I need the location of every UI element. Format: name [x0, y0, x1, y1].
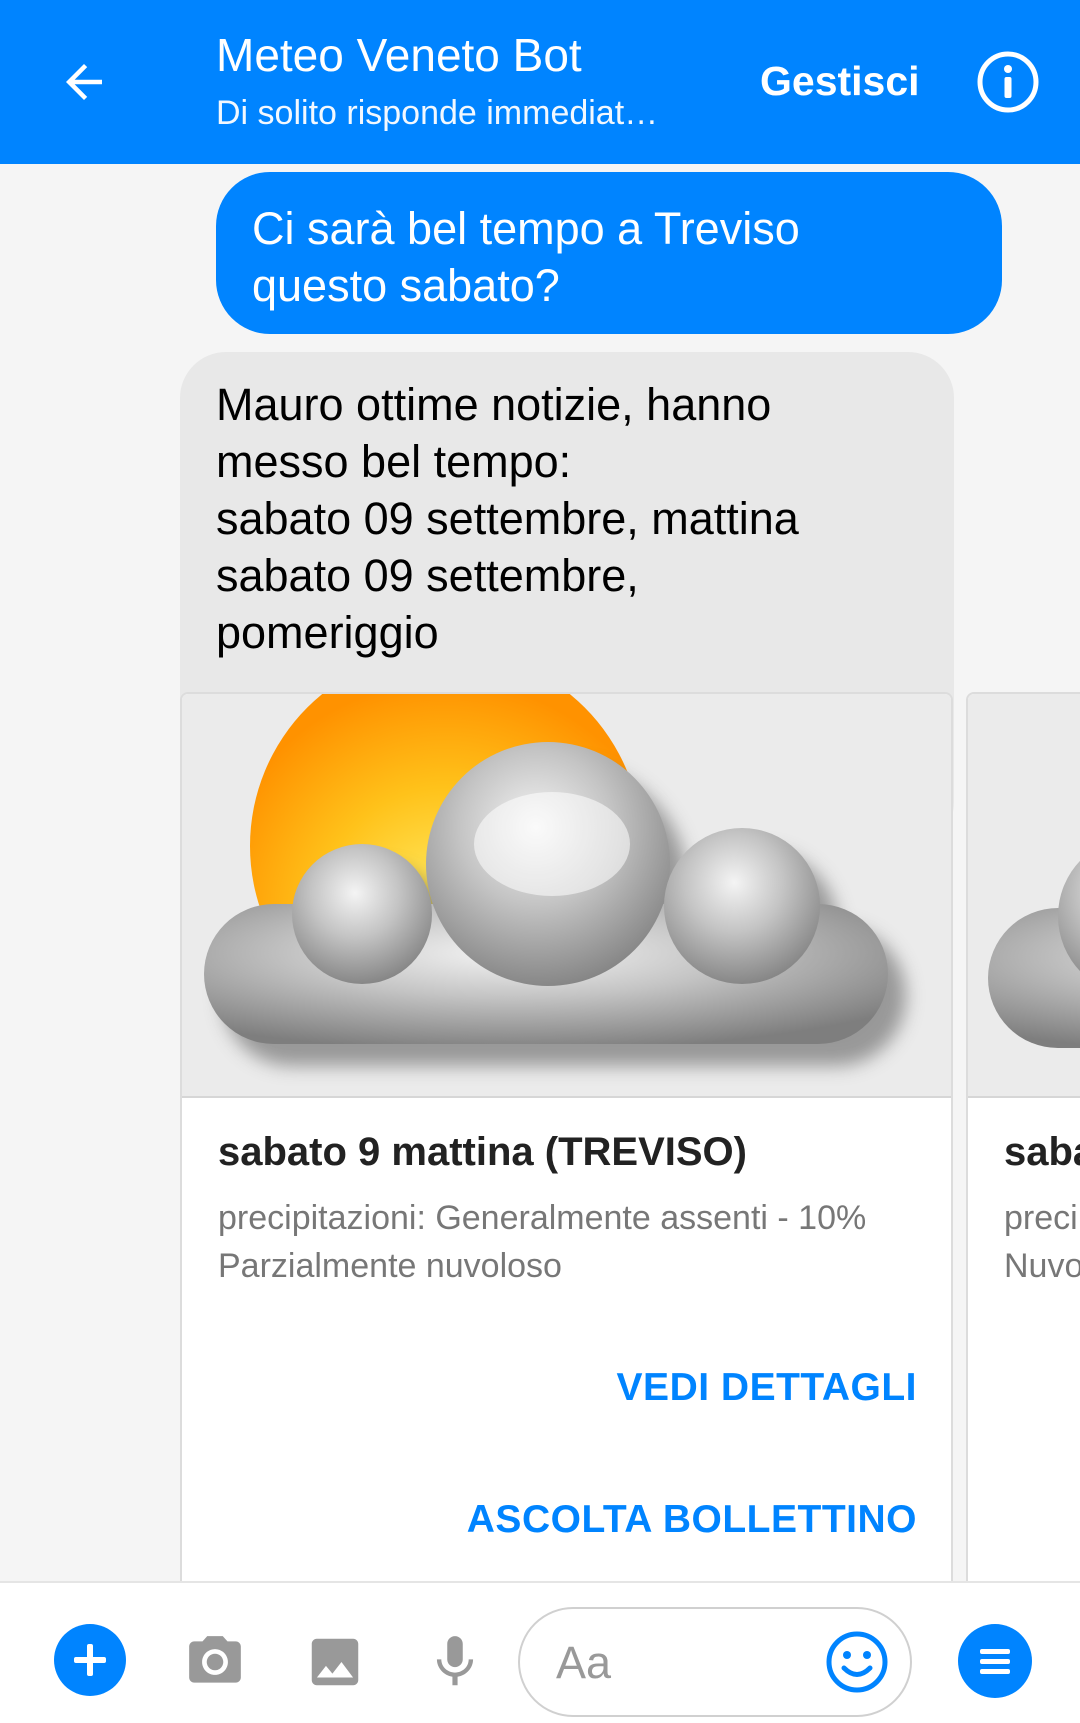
bot-message-line: messo bel tempo: [216, 436, 572, 487]
card-subtitle-line: precipitazioni: Generalmente assenti - 1… [218, 1199, 867, 1237]
card-title: saba [1004, 1130, 1080, 1174]
message-input[interactable]: Aa [518, 1607, 912, 1717]
microphone-icon [436, 1636, 474, 1686]
chat-header: Meteo Veneto Bot Di solito risponde imme… [0, 0, 1080, 164]
user-message-bubble[interactable]: Ci sarà bel tempo a Treviso questo sabat… [216, 172, 1002, 334]
bot-message-line: pomeriggio [216, 607, 439, 658]
camera-button[interactable] [180, 1627, 250, 1697]
bot-message-line: sabato 09 settembre, mattina [216, 493, 799, 544]
camera-icon [189, 1636, 241, 1683]
message-composer: Aa [0, 1581, 1080, 1723]
card-subtitle-line: preci [1004, 1199, 1078, 1237]
weather-card-image [968, 694, 1080, 1098]
arrow-left-icon [66, 64, 102, 100]
card-subtitle: preci Nuvo [1004, 1194, 1080, 1290]
message-input-placeholder: Aa [556, 1637, 612, 1688]
chat-title[interactable]: Meteo Veneto Bot [216, 28, 582, 82]
more-actions-button[interactable] [54, 1624, 126, 1696]
bot-message-line: sabato 09 settembre, [216, 550, 639, 601]
user-message-line: questo sabato? [252, 260, 560, 311]
plus-icon [74, 1644, 106, 1676]
response-time-status: Di solito risponde immediat… [216, 94, 659, 132]
card-subtitle-line: Nuvo [1004, 1247, 1080, 1285]
user-message-line: Ci sarà bel tempo a Treviso [252, 203, 800, 254]
emoji-button[interactable] [822, 1627, 892, 1697]
info-icon [977, 51, 1039, 113]
weather-card[interactable]: sabato 9 mattina (TREVISO) precipitazion… [180, 692, 953, 1581]
back-button[interactable] [46, 44, 122, 120]
message-thread[interactable]: Ci sarà bel tempo a Treviso questo sabat… [0, 164, 1080, 1581]
emoji-icon [826, 1631, 888, 1693]
listen-bulletin-button[interactable]: ASCOLTA BOLLETTINO [467, 1498, 917, 1542]
menu-icon [980, 1649, 1010, 1674]
menu-button[interactable] [958, 1624, 1032, 1698]
manage-button[interactable]: Gestisci [760, 58, 920, 105]
cloudy-icon [988, 860, 1080, 1048]
card-title: sabato 9 mattina (TREVISO) [218, 1130, 747, 1174]
weather-card-image [182, 694, 951, 1098]
weather-card[interactable]: saba preci Nuvo [966, 692, 1080, 1581]
image-icon [311, 1638, 359, 1686]
details-button[interactable]: VEDI DETTAGLI [617, 1366, 917, 1410]
gallery-button[interactable] [300, 1627, 370, 1697]
voice-button[interactable] [420, 1627, 490, 1697]
card-subtitle-line: Parzialmente nuvoloso [218, 1247, 562, 1285]
card-subtitle: precipitazioni: Generalmente assenti - 1… [218, 1194, 866, 1290]
bot-message-line: Mauro ottime notizie, hanno [216, 379, 772, 430]
info-button[interactable] [976, 50, 1040, 114]
partly-cloudy-icon [204, 694, 906, 1066]
